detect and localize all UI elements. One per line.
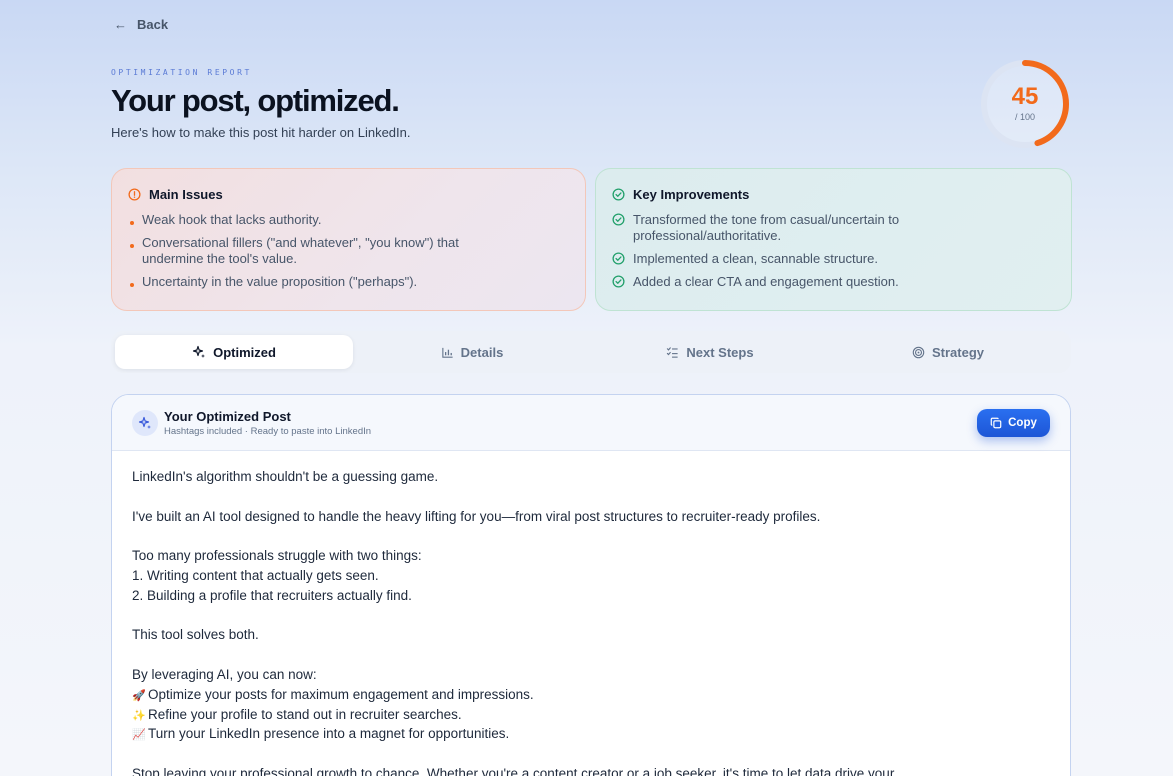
copy-icon (990, 417, 1002, 428)
back-label: Back (137, 17, 169, 32)
target-icon (912, 346, 925, 358)
post-line: LinkedIn's algorithm shouldn't be a gues… (132, 469, 439, 484)
post-line: By leveraging AI, you can now: (132, 666, 317, 682)
arrow-left-icon: ← (114, 17, 127, 32)
sparkles-icon (138, 416, 151, 429)
post-subtitle: Hashtags included · Ready to paste into … (164, 425, 372, 437)
main-issues-card: Main Issues Weak hook that lacks authori… (111, 168, 586, 311)
check-circle-icon (612, 188, 625, 201)
chart-increasing-emoji: 📈 (132, 729, 146, 742)
tab-next-steps[interactable]: Next Steps (591, 335, 829, 369)
page-subtitle: Here's how to make this post hit harder … (111, 125, 411, 140)
post-header: Your Optimized Post Hashtags included · … (112, 395, 1070, 451)
score-max: / 100 (1014, 112, 1036, 122)
tab-strategy[interactable]: Strategy (829, 335, 1067, 369)
copy-button[interactable]: Copy (977, 408, 1050, 437)
optimized-post-panel: Your Optimized Post Hashtags included · … (111, 394, 1071, 776)
back-button[interactable]: ← Back (114, 17, 168, 32)
sparkles-icon (192, 345, 206, 358)
key-improvements-heading: Key Improvements (633, 187, 750, 202)
checklist-icon (667, 346, 678, 358)
check-circle-icon (612, 252, 625, 265)
tab-optimized[interactable]: Optimized (115, 335, 353, 369)
post-line: I've built an AI tool designed to handle… (132, 508, 821, 524)
key-improvements-card: Key Improvements Transformed the tone fr… (595, 168, 1072, 311)
improvement-item: Implemented a clean, scannable structure… (612, 251, 1055, 267)
tab-details[interactable]: Details (353, 335, 591, 369)
post-line: 1. Writing content that actually gets se… (132, 567, 379, 583)
post-line: ✨ Refine your profile to stand out in rec… (132, 705, 1050, 725)
alert-circle-icon (128, 188, 141, 201)
score-ring: 45 / 100 (979, 58, 1071, 150)
post-body: LinkedIn's algorithm shouldn't be a gues… (112, 451, 1070, 776)
check-circle-icon (612, 213, 625, 226)
post-line: Stop leaving your professional growth to… (132, 765, 895, 776)
improvements-list: Transformed the tone from casual/uncerta… (612, 212, 1055, 290)
post-line: Too many professionals struggle with two… (132, 548, 422, 564)
issue-item: Uncertainty in the value proposition ("p… (128, 274, 569, 290)
score-value: 45 (1011, 83, 1039, 110)
improvement-item: Transformed the tone from casual/uncerta… (612, 212, 1055, 244)
post-line: 🚀 Optimize your posts for maximum engagem… (132, 685, 1050, 705)
main-issues-heading: Main Issues (149, 187, 223, 202)
check-circle-icon (612, 275, 625, 288)
bar-chart-icon (441, 347, 453, 358)
post-line: This tool solves both. (132, 627, 259, 643)
post-line: 📈 Turn your LinkedIn presence into a magn… (132, 724, 1050, 744)
issues-list: Weak hook that lacks authority. Conversa… (128, 212, 569, 290)
page-title: Your post, optimized. (111, 83, 400, 118)
issue-item: Conversational fillers ("and whatever", … (128, 235, 569, 267)
improvement-item: Added a clear CTA and engagement questio… (612, 274, 1055, 290)
post-badge (132, 409, 158, 436)
issue-item: Weak hook that lacks authority. (128, 212, 569, 228)
report-eyebrow: OPTIMIZATION REPORT (111, 68, 252, 77)
post-line: 2. Building a profile that recruiters ac… (132, 587, 412, 603)
report-tabs: Optimized Details Next Steps Strategy (111, 331, 1071, 373)
rocket-emoji: 🚀 (132, 689, 146, 702)
post-title: Your Optimized Post (164, 408, 291, 424)
